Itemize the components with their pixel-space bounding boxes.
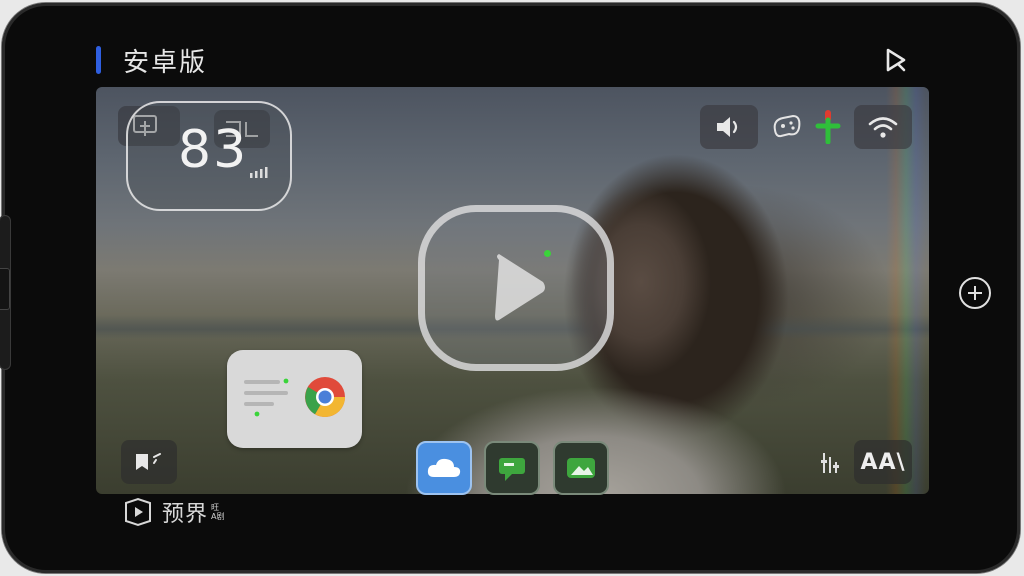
gamepad-icon[interactable] (771, 112, 803, 146)
play-button[interactable] (418, 205, 614, 371)
play-icon (495, 254, 545, 321)
brand-tag-bottom: A剧 (211, 512, 225, 521)
header: 安卓版 (96, 45, 207, 78)
cloud-icon[interactable] (416, 441, 472, 495)
brand-name: 预界 (162, 502, 209, 527)
side-switch (0, 268, 10, 310)
mic-icon[interactable] (814, 108, 842, 148)
font-size-label: AA\ (860, 449, 906, 475)
chat-icon[interactable] (484, 441, 540, 495)
floating-app-card[interactable] (227, 350, 362, 448)
wifi-icon[interactable] (854, 105, 912, 149)
brand-tag-top: 旺 (211, 503, 220, 512)
title-accent-bar (96, 46, 101, 74)
signal-bars-icon (249, 166, 269, 181)
recording-indicator (544, 250, 551, 257)
brand-logo: 预界 旺 A剧 (122, 496, 225, 528)
speaker-icon[interactable] (700, 105, 758, 149)
brand-icon (125, 497, 151, 527)
chrome-icon (305, 377, 345, 417)
text-lines-icon (244, 378, 289, 417)
tag-icon[interactable] (121, 440, 177, 484)
photo-icon[interactable] (553, 441, 609, 495)
font-size-button[interactable]: AA\ (854, 440, 912, 484)
page-title: 安卓版 (123, 47, 208, 78)
plus-circle-icon[interactable] (958, 276, 992, 310)
equalizer-icon[interactable] (818, 450, 842, 480)
cast-play-icon[interactable] (882, 46, 910, 74)
brand-tag: 旺 A剧 (211, 503, 224, 521)
